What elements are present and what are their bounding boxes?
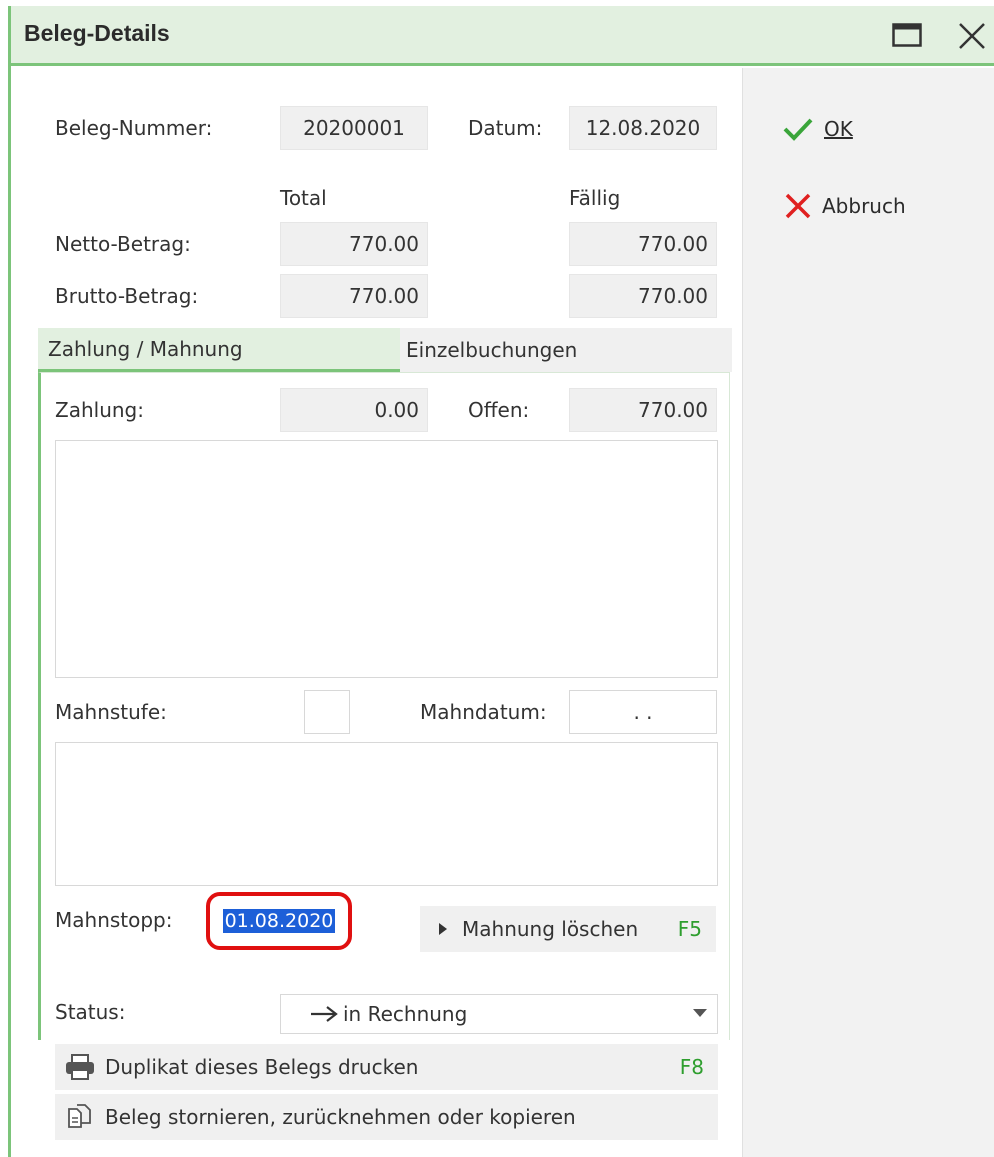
printer-icon <box>66 1054 94 1080</box>
duplikat-drucken-button[interactable]: Duplikat dieses Belegs drucken F8 <box>55 1044 718 1090</box>
mahnstopp-field[interactable]: 01.08.2020 <box>222 909 336 933</box>
mahnstopp-label: Mahnstopp: <box>55 908 173 932</box>
close-icon <box>959 23 985 49</box>
brutto-betrag-label: Brutto-Betrag: <box>55 284 199 308</box>
abbruch-button[interactable]: Abbruch <box>784 192 906 220</box>
mahnstufe-field[interactable] <box>304 690 350 734</box>
offen-field[interactable]: 770.00 <box>569 388 717 432</box>
status-label: Status: <box>55 1000 126 1024</box>
mahnstufe-label: Mahnstufe: <box>55 700 167 724</box>
tab-einzelbuchungen[interactable]: Einzelbuchungen <box>400 328 732 372</box>
side-panel <box>742 68 994 1157</box>
ok-button[interactable]: OK <box>782 116 853 142</box>
offen-label: Offen: <box>468 398 530 422</box>
mahnung-loeschen-label: Mahnung löschen <box>462 917 639 941</box>
netto-total-field[interactable]: 770.00 <box>280 222 428 266</box>
netto-faellig-field[interactable]: 770.00 <box>569 222 717 266</box>
beleg-nummer-field[interactable]: 20200001 <box>280 106 428 150</box>
mahnung-loeschen-button[interactable]: Mahnung löschen F5 <box>420 906 716 952</box>
payment-list[interactable] <box>55 440 718 678</box>
abbruch-label: Abbruch <box>822 194 906 218</box>
brutto-total-field[interactable]: 770.00 <box>280 274 428 318</box>
beleg-stornieren-button[interactable]: Beleg stornieren, zurücknehmen oder kopi… <box>55 1094 718 1140</box>
window-title: Beleg-Details <box>24 20 170 46</box>
play-triangle-icon <box>439 923 447 935</box>
faellig-column-header: Fällig <box>569 186 621 210</box>
status-value: in Rechnung <box>343 1002 468 1026</box>
cancel-x-icon <box>785 193 811 219</box>
mahnstopp-highlight[interactable]: 01.08.2020 <box>206 892 352 950</box>
mahndatum-field[interactable]: . . <box>569 690 717 734</box>
dropdown-arrow-icon[interactable] <box>693 1009 707 1017</box>
arrow-right-icon <box>311 1006 338 1022</box>
datum-label: Datum: <box>468 116 543 140</box>
maximize-button[interactable] <box>888 18 926 52</box>
duplikat-shortcut: F8 <box>679 1055 704 1079</box>
checkmark-icon <box>783 118 813 141</box>
datum-field[interactable]: 12.08.2020 <box>569 106 717 150</box>
tab-zahlung-mahnung[interactable]: Zahlung / Mahnung <box>38 328 400 372</box>
stornieren-label: Beleg stornieren, zurücknehmen oder kopi… <box>105 1105 576 1129</box>
duplikat-label: Duplikat dieses Belegs drucken <box>105 1055 419 1079</box>
brutto-faellig-field[interactable]: 770.00 <box>569 274 717 318</box>
close-button[interactable] <box>952 16 992 56</box>
status-dropdown[interactable]: in Rechnung <box>280 994 718 1034</box>
copy-documents-icon <box>68 1104 91 1128</box>
beleg-details-window: Beleg-Details OK Abbruch Beleg-Nummer: 2… <box>0 0 994 1157</box>
maximize-icon <box>892 23 922 47</box>
mahndatum-label: Mahndatum: <box>420 700 547 724</box>
netto-betrag-label: Netto-Betrag: <box>55 232 191 256</box>
beleg-nummer-label: Beleg-Nummer: <box>55 116 213 140</box>
zahlung-label: Zahlung: <box>55 398 144 422</box>
mahnung-notes[interactable] <box>55 742 718 886</box>
total-column-header: Total <box>280 186 327 210</box>
ok-label: OK <box>824 117 853 141</box>
mahnung-loeschen-shortcut: F5 <box>677 917 702 941</box>
window-left-border <box>8 66 11 1157</box>
zahlung-field[interactable]: 0.00 <box>280 388 428 432</box>
